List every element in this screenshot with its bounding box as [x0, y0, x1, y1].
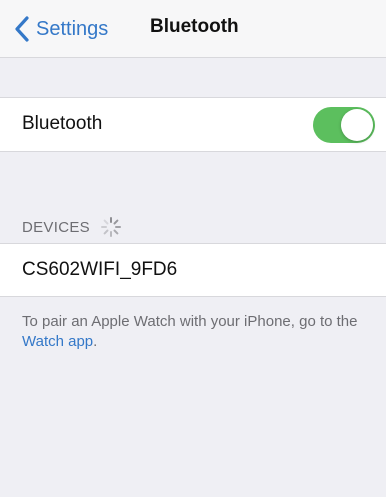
page-title: Bluetooth — [150, 16, 239, 37]
bluetooth-label: Bluetooth — [22, 113, 103, 134]
watch-app-link[interactable]: Watch app — [22, 333, 93, 350]
footer-text-end: . — [93, 333, 98, 350]
bluetooth-toggle[interactable] — [313, 107, 375, 143]
footer-text: To pair an Apple Watch with your iPhone,… — [22, 313, 358, 330]
device-name: CS602WIFI_9FD6 — [22, 259, 178, 280]
activity-spinner-icon — [100, 217, 121, 237]
devices-header-label: DEVICES — [22, 218, 90, 236]
toggle-knob — [341, 109, 373, 141]
back-button-label: Settings — [36, 17, 109, 40]
bluetooth-setting-row: Bluetooth — [0, 97, 386, 152]
pairing-footer-text: To pair an Apple Watch with your iPhone,… — [22, 312, 372, 352]
navigation-bar: Settings Bluetooth — [0, 0, 386, 58]
chevron-left-icon — [15, 16, 29, 42]
devices-section-header: DEVICES — [22, 216, 122, 238]
back-button[interactable]: Settings — [12, 14, 108, 44]
device-row[interactable]: CS602WIFI_9FD6 — [0, 243, 386, 297]
